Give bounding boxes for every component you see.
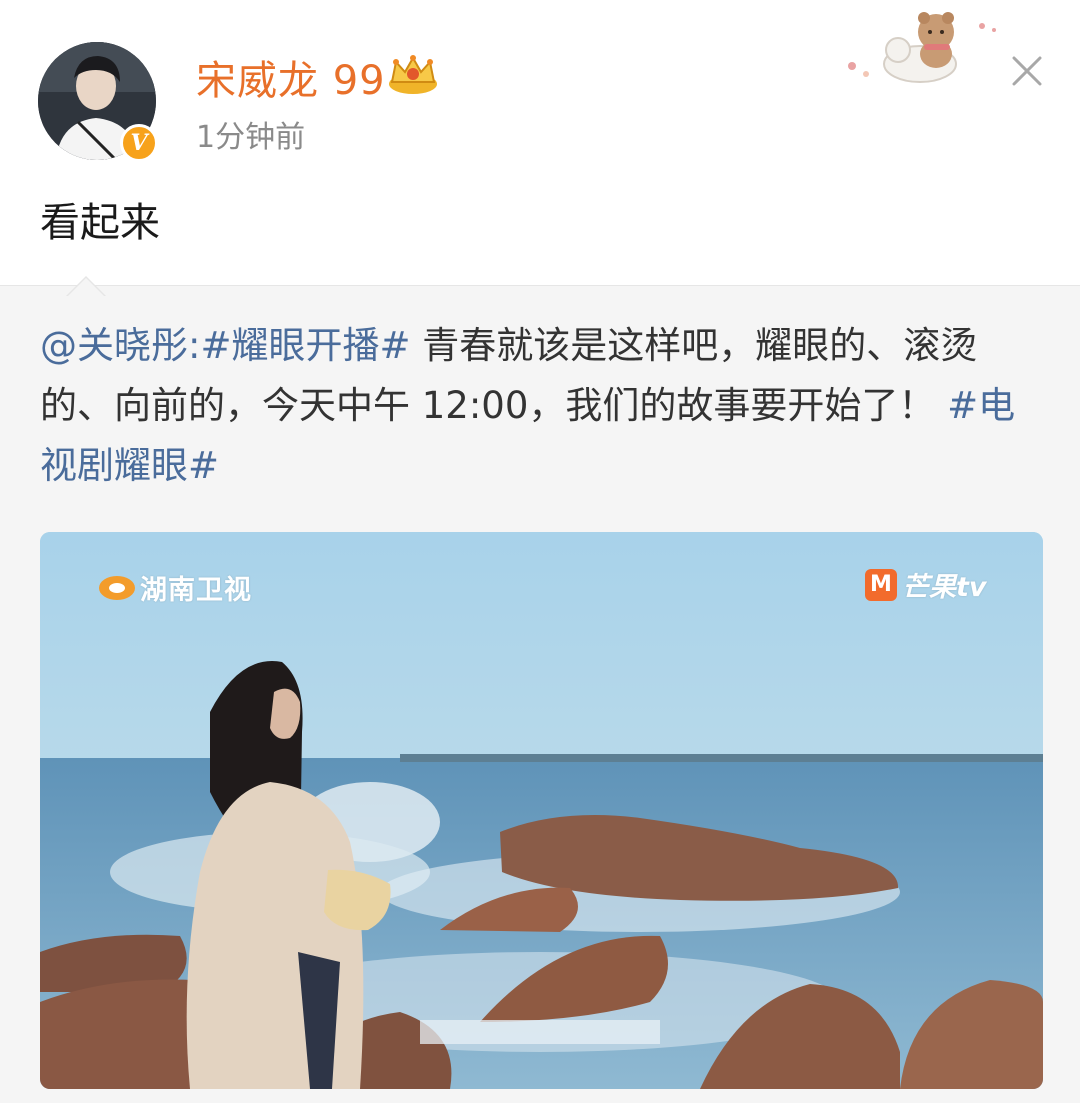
username[interactable]: 宋威龙 99 <box>196 48 386 106</box>
media-image[interactable]: 湖南卫视 M 芒果tv <box>40 532 1043 1089</box>
post-header: V 宋威龙 99 1分钟前 看起来 <box>0 0 1080 285</box>
hunan-tv-logo-text: 湖南卫视 <box>140 575 252 606</box>
hashtag-link[interactable]: #耀眼开播# <box>200 324 410 367</box>
crown-icon <box>389 55 437 94</box>
mango-tv-mark-icon: M <box>865 568 897 601</box>
post-time: 1分钟前 <box>196 120 306 155</box>
verified-badge-icon: V <box>120 124 158 162</box>
mango-tv-logo-text: 芒果tv <box>902 572 987 603</box>
repost-text: @关晓彤:#耀眼开播# 青春就该是这样吧，耀眼的、滚烫的、向前的，今天中午 12… <box>40 316 1050 496</box>
mango-tv-logo: M 芒果tv <box>865 565 987 604</box>
repost-notch-fill <box>68 278 104 296</box>
sticker-decoration <box>848 12 996 83</box>
mention-colon: : <box>188 324 201 367</box>
hunan-tv-mark-icon <box>99 575 135 600</box>
hunan-tv-logo: 湖南卫视 <box>98 568 252 607</box>
close-icon[interactable] <box>1006 50 1048 92</box>
post-text: 看起来 <box>40 200 160 246</box>
mention-link[interactable]: @关晓彤 <box>40 324 188 367</box>
scene-image <box>40 532 1043 1089</box>
